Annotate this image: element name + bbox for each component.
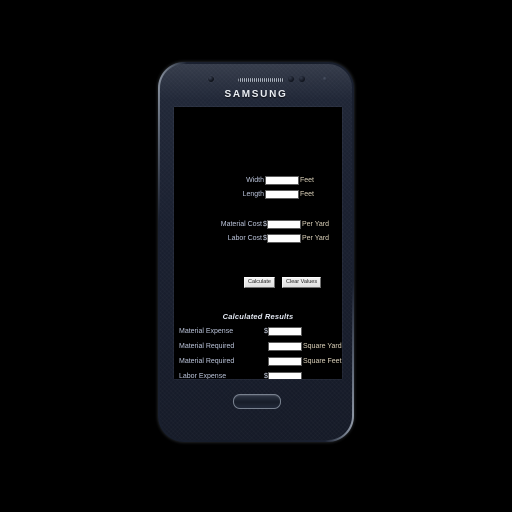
width-label: Width [246,177,264,184]
speaker-grille-icon [238,78,284,82]
material-cost-input[interactable] [267,220,301,229]
labor-expense-output[interactable] [268,372,302,379]
light-sensor-icon [299,76,305,82]
material-required-yards-label: Material Required [179,343,235,350]
material-cost-label: Material Cost [220,221,262,228]
samsung-logo: SAMSUNG [224,89,288,100]
led-icon [323,77,327,81]
device-body: SAMSUNG Width Feet Length Feet Material … [160,64,352,440]
material-required-feet-label: Material Required [179,358,235,365]
material-required-yards-unit-label: Square Yards [303,343,342,350]
material-expense-output[interactable] [268,327,302,336]
result-row-labor-expense: Labor Expense $ [174,371,342,379]
form-row-length: Length Feet [174,189,342,200]
labor-cost-unit-label: Per Yard [302,235,329,242]
clear-values-button[interactable]: Clear Values [282,277,322,288]
labor-cost-input[interactable] [267,234,301,243]
labor-expense-label: Labor Expense [179,373,227,379]
material-required-feet-unit-label: Square Feet [303,358,342,365]
result-row-material-required-yards: Material Required Square Yards [174,341,342,352]
proximity-sensor-icon [288,76,294,82]
width-input[interactable] [265,176,299,185]
result-row-material-expense: Material Expense $ [174,326,342,337]
material-cost-unit-label: Per Yard [302,221,329,228]
material-required-yards-output[interactable] [268,342,302,351]
form-row-labor-cost: Labor Cost $ Per Yard [174,233,342,244]
screenshot-root: SAMSUNG Width Feet Length Feet Material … [0,0,512,512]
samsung-phone-device: SAMSUNG Width Feet Length Feet Material … [158,62,354,442]
calculated-results-heading: Calculated Results [222,312,294,321]
length-label: Length [242,191,264,198]
length-input[interactable] [265,190,299,199]
form-row-width: Width Feet [174,175,342,186]
length-unit-label: Feet [300,191,315,198]
carpet-calculator-app: Width Feet Length Feet Material Cost $ P… [174,107,342,379]
front-camera-icon [208,76,214,82]
result-row-material-required-feet: Material Required Square Feet [174,356,342,367]
width-unit-label: Feet [300,177,315,184]
home-button[interactable] [233,394,281,409]
labor-cost-label: Labor Cost [227,235,262,242]
form-row-material-cost: Material Cost $ Per Yard [174,219,342,230]
button-row: Calculate Clear Values [174,277,342,288]
phone-screen: Width Feet Length Feet Material Cost $ P… [174,107,342,379]
material-expense-label: Material Expense [179,328,234,335]
material-required-feet-output[interactable] [268,357,302,366]
calculate-button[interactable]: Calculate [244,277,275,288]
